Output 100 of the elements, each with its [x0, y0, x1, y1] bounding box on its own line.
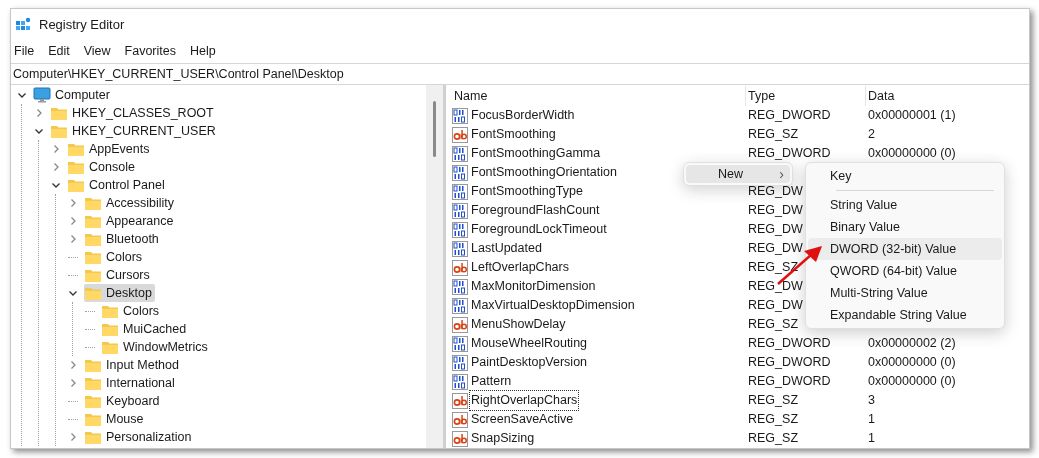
tree-item[interactable]: Appearance — [84, 212, 177, 230]
tree-item[interactable]: Accessibility — [84, 194, 178, 212]
folder-icon — [84, 231, 102, 247]
value-data: 3 — [868, 393, 875, 408]
value-name[interactable]: PaintDesktopVersion — [470, 353, 589, 372]
menu-item[interactable]: Expandable String Value — [808, 304, 1002, 326]
menu-item[interactable]: String Value — [808, 194, 1002, 216]
value-name[interactable]: FontSmoothing — [470, 125, 557, 144]
tree-item[interactable]: AppEvents — [67, 140, 153, 158]
folder-icon — [101, 303, 119, 319]
folder-icon — [50, 123, 68, 139]
value-type: REG_DWORD — [748, 108, 831, 123]
value-name[interactable]: MenuShowDelay — [470, 315, 567, 334]
value-name[interactable]: MouseWheelRouting — [470, 334, 589, 353]
menu-item[interactable]: Binary Value — [808, 216, 1002, 238]
string-value-icon — [452, 411, 468, 428]
chevron-down-icon[interactable] — [51, 180, 61, 190]
menu-item[interactable]: New › — [686, 165, 790, 183]
chevron-down-icon[interactable] — [17, 90, 27, 100]
value-name[interactable]: ScreenSaveActive — [470, 410, 575, 429]
value-name[interactable]: ForegroundLockTimeout — [470, 220, 608, 239]
column-header[interactable]: Data — [866, 86, 1029, 106]
tree-item[interactable]: Console — [67, 158, 138, 176]
tree-item[interactable]: International — [84, 374, 178, 392]
menu-item[interactable]: QWORD (64-bit) Value — [808, 260, 1002, 282]
value-name[interactable]: FontSmoothingType — [470, 182, 584, 201]
value-name[interactable]: LeftOverlapChars — [470, 258, 570, 277]
column-header[interactable]: Type — [746, 86, 866, 106]
chevron-down-icon[interactable] — [34, 126, 44, 136]
menu-item[interactable]: DWORD (32-bit) Value — [808, 238, 1002, 260]
value-type: REG_DW — [748, 222, 803, 237]
value-name[interactable]: SnapSizing — [470, 429, 536, 448]
value-type: REG_DW — [748, 279, 803, 294]
folder-icon — [84, 213, 102, 229]
tree-item[interactable]: Computer — [33, 86, 113, 104]
value-data: 2 — [868, 127, 875, 142]
column-header[interactable]: Name — [452, 86, 746, 106]
menu-item[interactable]: Edit — [48, 41, 70, 61]
value-type: REG_DW — [748, 184, 803, 199]
chevron-right-icon[interactable] — [68, 216, 78, 226]
window-title: Registry Editor — [39, 16, 125, 35]
tree-item[interactable]: Keyboard — [84, 392, 163, 410]
tree-item[interactable]: Desktop — [84, 284, 155, 302]
string-value-icon — [452, 316, 468, 333]
folder-icon — [84, 285, 102, 301]
tree-item[interactable]: Input Method — [84, 356, 182, 374]
address-bar[interactable]: Computer\HKEY_CURRENT_USER\Control Panel\Desktop — [11, 63, 1029, 85]
tree-item[interactable]: Control Panel — [67, 176, 168, 194]
folder-icon — [67, 177, 85, 193]
menu-item[interactable]: Key — [808, 165, 1002, 187]
value-name[interactable]: MaxMonitorDimension — [470, 277, 597, 296]
chevron-right-icon[interactable] — [68, 234, 78, 244]
value-type: REG_DWORD — [748, 355, 831, 370]
menu-item[interactable]: File — [14, 41, 35, 61]
string-value-icon — [452, 126, 468, 143]
value-type: REG_SZ — [748, 317, 798, 332]
folder-icon — [67, 159, 85, 175]
value-name[interactable]: Pattern — [470, 372, 513, 391]
value-data: 0x00000000 (0) — [868, 146, 956, 161]
value-name[interactable]: MaxVirtualDesktopDimension — [470, 296, 636, 315]
scrollbar-thumb[interactable] — [433, 101, 436, 157]
value-name[interactable]: RightOverlapChars — [470, 391, 579, 410]
menu-item[interactable]: Favorites — [124, 41, 176, 61]
value-name[interactable]: LastUpdated — [470, 239, 543, 258]
folder-icon — [84, 249, 102, 265]
tree-item[interactable]: Cursors — [84, 266, 153, 284]
folder-icon — [84, 393, 102, 409]
tree-item[interactable]: Colors — [84, 248, 146, 266]
chevron-right-icon[interactable] — [68, 198, 78, 208]
menu-item[interactable]: Help — [190, 41, 216, 61]
value-name[interactable]: FocusBorderWidth — [470, 106, 576, 125]
folder-icon — [84, 195, 102, 211]
chevron-right-icon[interactable] — [51, 162, 61, 172]
tree-item[interactable]: Mouse — [84, 410, 147, 428]
chevron-right-icon[interactable] — [51, 144, 61, 154]
value-name[interactable]: FontSmoothingGamma — [470, 144, 602, 163]
scrollbar[interactable] — [426, 85, 443, 448]
chevron-down-icon[interactable] — [68, 288, 78, 298]
tree-item[interactable]: HKEY_CURRENT_USER — [50, 122, 219, 140]
folder-icon — [84, 429, 102, 445]
value-name[interactable]: FontSmoothingOrientation — [470, 163, 618, 182]
binary-value-icon — [452, 335, 468, 352]
tree-item[interactable]: Personalization — [84, 428, 195, 446]
chevron-right-icon[interactable] — [34, 108, 44, 118]
tree-item[interactable]: WindowMetrics — [101, 338, 211, 356]
tree-item[interactable]: HKEY_CLASSES_ROOT — [50, 104, 217, 122]
value-type: REG_SZ — [748, 393, 798, 408]
string-value-icon — [452, 259, 468, 276]
value-type: REG_SZ — [748, 127, 798, 142]
tree-item[interactable]: MuiCached — [101, 320, 190, 338]
tree-item[interactable]: Bluetooth — [84, 230, 162, 248]
chevron-right-icon[interactable] — [68, 378, 78, 388]
menu-item[interactable]: Multi-String Value — [808, 282, 1002, 304]
value-name[interactable]: ForegroundFlashCount — [470, 201, 601, 220]
chevron-right-icon[interactable] — [68, 432, 78, 442]
chevron-right-icon[interactable] — [68, 360, 78, 370]
tree-item[interactable]: Colors — [101, 302, 163, 320]
value-type: REG_DW — [748, 241, 803, 256]
folder-icon — [101, 339, 119, 355]
menu-item[interactable]: View — [83, 41, 111, 61]
